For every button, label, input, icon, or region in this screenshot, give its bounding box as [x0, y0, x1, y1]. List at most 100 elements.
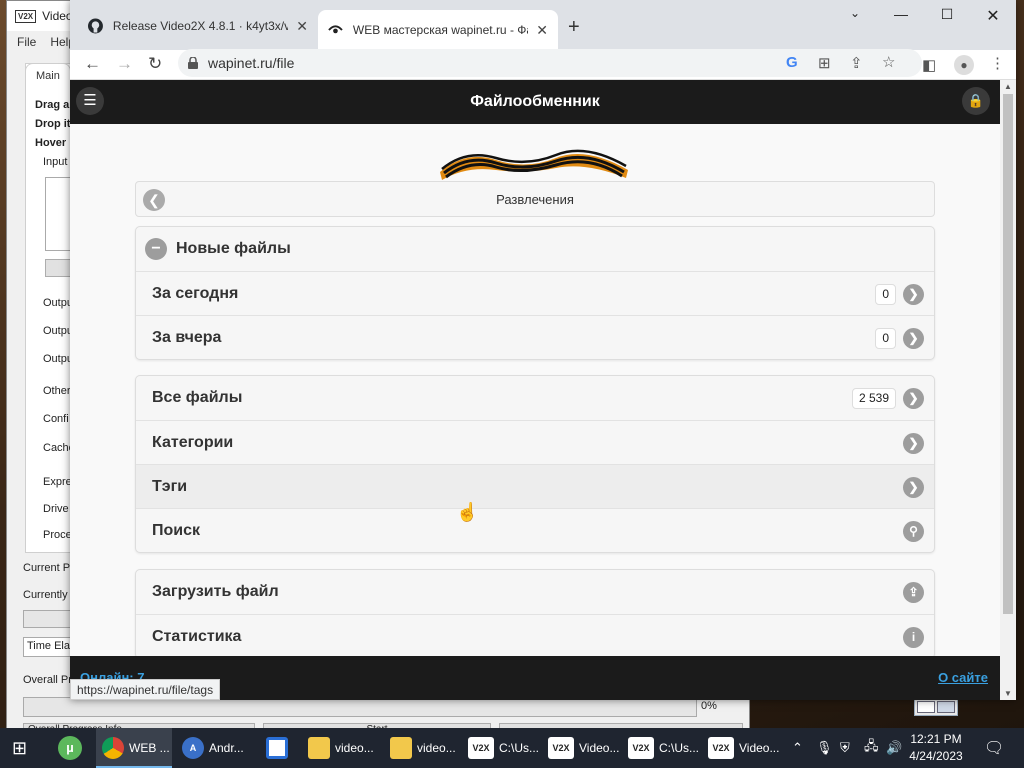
search-icon[interactable]: ⚲: [903, 521, 924, 542]
taskbar-folder-2[interactable]: video...: [386, 728, 462, 768]
taskbar-clock[interactable]: 12:21 PM 4/24/2023: [896, 731, 976, 765]
taskbar-android-label: Andr...: [209, 741, 244, 755]
new-files-header[interactable]: − Новые файлы: [136, 227, 934, 271]
taskbar-chrome-label: WEB ...: [129, 741, 170, 755]
info-icon[interactable]: i: [903, 627, 924, 648]
arrow-right-icon[interactable]: ❯: [903, 388, 924, 409]
arrow-right-icon[interactable]: ❯: [903, 328, 924, 349]
chrome-icon: [102, 737, 124, 759]
overall-percent: 0%: [701, 700, 717, 712]
scroll-up-icon[interactable]: ▲: [1004, 82, 1012, 91]
tab-main[interactable]: Main: [25, 63, 71, 87]
v2x-icon: V2X: [708, 737, 734, 759]
lock-icon[interactable]: [188, 57, 198, 69]
back-icon[interactable]: ←: [84, 54, 101, 74]
bookmark-star-icon[interactable]: ☆: [882, 53, 895, 71]
forward-icon[interactable]: →: [116, 54, 133, 74]
scroll-down-icon[interactable]: ▼: [1004, 689, 1012, 698]
about-link[interactable]: О сайте: [938, 670, 988, 685]
network-icon[interactable]: 🖧: [864, 728, 879, 768]
new-tab-icon[interactable]: +: [568, 16, 580, 39]
wapinet-icon: [328, 25, 343, 34]
tab-github[interactable]: Release Video2X 4.8.1 · k4yt3x/video2x ✕: [78, 8, 318, 44]
minimize-icon[interactable]: —: [878, 6, 924, 22]
view-toggle[interactable]: [914, 698, 958, 716]
list-item-search[interactable]: Поиск ⚲: [136, 508, 934, 552]
taskbar-folder-1[interactable]: video...: [304, 728, 380, 768]
page-scrollbar[interactable]: ▲ ▼: [1000, 80, 1016, 700]
login-lock-icon[interactable]: 🔒: [962, 87, 990, 115]
chrome-window: Release Video2X 4.8.1 · k4yt3x/video2x ✕…: [70, 0, 1016, 700]
new-files-title: Новые файлы: [176, 240, 291, 257]
output-label-2: Outpu: [43, 325, 73, 337]
list-item-stats[interactable]: Статистика i: [136, 614, 934, 658]
windows-start-icon[interactable]: ⊞: [12, 728, 27, 768]
v2x-icon: V2X: [468, 737, 494, 759]
v2x-icon: V2X: [628, 737, 654, 759]
translate-icon[interactable]: ⊞: [818, 54, 831, 72]
drag-hint: Drag a: [35, 99, 70, 111]
collapse-minus-icon[interactable]: −: [145, 238, 167, 260]
taskbar-chrome[interactable]: WEB ...: [96, 728, 172, 768]
chrome-menu-icon[interactable]: ⋮: [990, 54, 1005, 72]
list-item-today[interactable]: За сегодня 0 ❯: [136, 271, 934, 315]
view-thumbs-icon[interactable]: [937, 701, 955, 713]
page-title: Файлообменник: [470, 93, 600, 110]
utorrent-icon[interactable]: µ: [58, 728, 82, 768]
tab-wapinet[interactable]: WEB мастерская wapinet.ru - Файлообменни…: [318, 10, 558, 50]
google-icon[interactable]: G: [786, 54, 798, 71]
output-label: Outpu: [43, 297, 73, 309]
list-item-tags[interactable]: Тэги ❯: [136, 464, 934, 508]
stats-label: Статистика: [152, 627, 242, 645]
close-tab-icon[interactable]: ✕: [536, 22, 548, 39]
taskbar-v2x-cmd-2[interactable]: V2X C:\Us...: [626, 728, 702, 768]
express-label: Expre: [43, 476, 72, 488]
microphone-icon[interactable]: 🎙: [816, 728, 833, 768]
arrow-right-icon[interactable]: ❯: [903, 477, 924, 498]
upload-icon[interactable]: ⇪: [903, 582, 924, 603]
taskbar-v2x-video-1[interactable]: V2X Video...: [546, 728, 622, 768]
actions-list: Загрузить файл ⇪ Статистика i: [135, 569, 935, 659]
address-bar[interactable]: wapinet.ru/file G ⊞ ⇪ ☆: [178, 49, 922, 77]
list-item-yesterday[interactable]: За вчера 0 ❯: [136, 315, 934, 359]
folder-icon: [390, 737, 412, 759]
arrow-right-icon[interactable]: ❯: [903, 433, 924, 454]
share-icon[interactable]: ⇪: [850, 54, 863, 72]
android-studio-icon: A: [182, 737, 204, 759]
breadcrumb[interactable]: ❮ Развлечения: [135, 181, 935, 217]
taskbar-v2x-video-2[interactable]: V2X Video...: [706, 728, 782, 768]
taskbar-android[interactable]: A Andr...: [178, 728, 254, 768]
page-viewport: ☰ Файлообменник 🔒 ❮ Развлечения − Новые …: [70, 80, 1000, 700]
taskbar-v2x-cmd-1[interactable]: V2X C:\Us...: [466, 728, 542, 768]
tab-github-title: Release Video2X 4.8.1 · k4yt3x/video2x: [112, 19, 289, 33]
list-item-upload[interactable]: Загрузить файл ⇪: [136, 570, 934, 614]
st-george-ribbon-logo: [440, 149, 628, 180]
taskbar-v2x-cmd-2-label: C:\Us...: [659, 741, 700, 755]
menu-file[interactable]: File: [17, 35, 36, 49]
security-icon[interactable]: ⛨: [840, 728, 850, 768]
maximize-icon[interactable]: ☐: [924, 6, 970, 23]
view-details-icon[interactable]: [917, 701, 935, 713]
tray-chevron-up-icon[interactable]: ⌃: [792, 728, 803, 768]
taskbar-v2x-video-1-label: Video...: [579, 741, 620, 755]
url-text[interactable]: wapinet.ru/file: [208, 55, 294, 71]
arrow-right-icon[interactable]: ❯: [903, 284, 924, 305]
clock-time: 12:21 PM: [910, 732, 962, 746]
back-arrow-icon[interactable]: ❮: [143, 189, 165, 211]
list-item-categories[interactable]: Категории ❯: [136, 420, 934, 464]
drop-hint: Drop it: [35, 118, 71, 130]
tab-search-chevron-icon[interactable]: ⌄: [832, 6, 878, 20]
today-count-badge: 0: [875, 284, 896, 305]
list-item-all-files[interactable]: Все файлы 2 539 ❯: [136, 376, 934, 420]
current-progress-label: Current Pr: [23, 562, 74, 574]
profile-avatar-icon[interactable]: ●: [954, 55, 974, 75]
side-panel-icon[interactable]: ◧: [922, 56, 936, 74]
taskbar-app[interactable]: [262, 728, 296, 768]
notifications-icon[interactable]: 🗨: [984, 728, 1004, 768]
reload-icon[interactable]: ↻: [148, 54, 162, 74]
close-window-icon[interactable]: ✕: [970, 6, 1016, 26]
close-tab-icon[interactable]: ✕: [296, 18, 308, 35]
driver-label: Drive: [43, 503, 69, 515]
tags-label: Тэги: [152, 477, 188, 495]
scrollbar-thumb[interactable]: [1003, 94, 1013, 614]
